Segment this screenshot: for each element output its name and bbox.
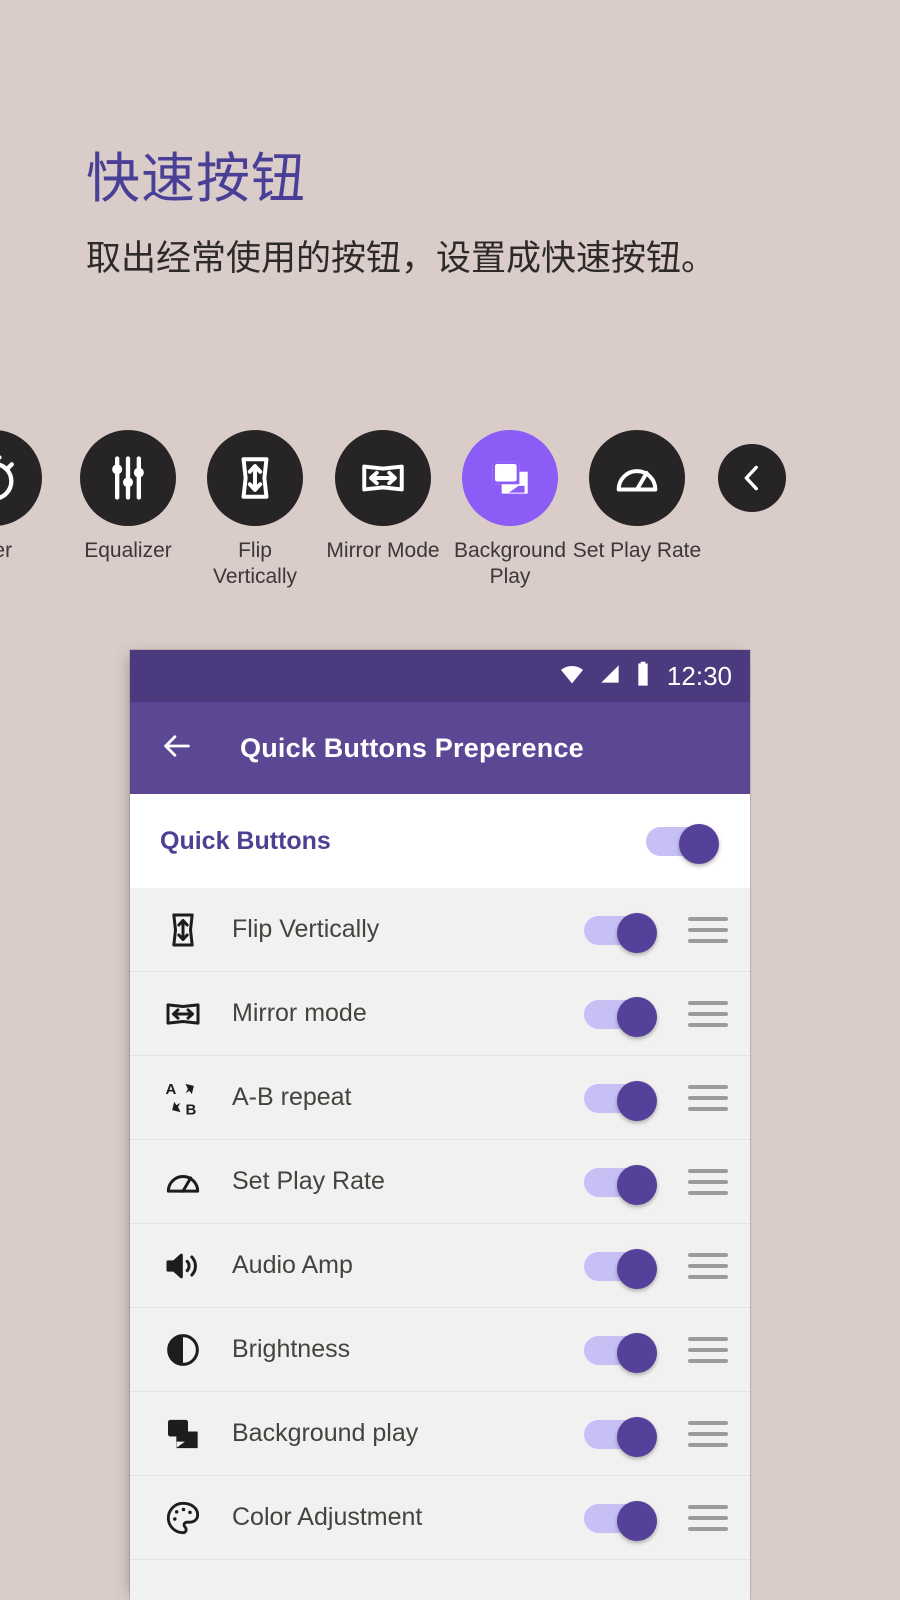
equalizer-icon[interactable] xyxy=(80,430,176,526)
svg-text:B: B xyxy=(186,1101,197,1117)
wifi-icon xyxy=(558,660,586,693)
carousel-label: Flip Vertically xyxy=(212,539,298,589)
list-item[interactable]: Set Play Rate xyxy=(130,1140,750,1224)
audio-amp-icon xyxy=(156,1246,210,1286)
list-item-toggle[interactable] xyxy=(584,912,660,953)
drag-handle-icon[interactable] xyxy=(688,916,728,943)
ab-repeat-icon: A B xyxy=(156,1078,210,1117)
list-item-label: Background play xyxy=(232,1419,419,1447)
mirror-mode-icon xyxy=(156,994,210,1034)
toggle-thumb xyxy=(679,824,719,864)
list-item-label: A-B repeat xyxy=(232,1083,352,1111)
app-bar: Quick Buttons Preperence xyxy=(130,702,750,794)
chevron-left-icon[interactable] xyxy=(718,444,786,512)
list-item-label: Audio Amp xyxy=(232,1251,353,1279)
svg-text:A: A xyxy=(166,1080,177,1097)
carousel-prev-button[interactable] xyxy=(682,430,822,524)
status-clock: 12:30 xyxy=(666,660,732,691)
back-arrow-icon[interactable] xyxy=(160,729,194,768)
carousel-item-background-play[interactable]: Background Play xyxy=(440,430,580,591)
toggle-thumb xyxy=(617,1164,657,1205)
toggle-thumb xyxy=(617,1080,657,1121)
list-item-label: Flip Vertically xyxy=(232,915,380,943)
page-title: 快速按钮 xyxy=(86,149,306,209)
toggle-thumb xyxy=(617,1248,657,1289)
list-item-label: Color Adjustment xyxy=(232,1503,423,1531)
toggle-thumb xyxy=(617,912,657,953)
list-item[interactable]: Audio Amp xyxy=(130,1224,750,1308)
list-item-toggle[interactable] xyxy=(584,1416,660,1457)
brightness-icon xyxy=(156,1330,210,1370)
carousel-label: Set Play Rate xyxy=(572,539,702,562)
page-subtitle: 取出经常使用的按钮，设置成快速按钮。 xyxy=(86,239,717,278)
toggle-thumb xyxy=(617,996,657,1037)
set-play-rate-icon[interactable] xyxy=(589,430,685,526)
quick-buttons-list: Flip Vertically Mirror mode A B A-B repe… xyxy=(130,888,750,1560)
toggle-thumb xyxy=(617,1500,657,1541)
background-play-icon[interactable] xyxy=(462,430,558,526)
list-item[interactable]: Mirror mode xyxy=(130,972,750,1056)
phone-mockup: 12:30 Quick Buttons Preperence Quick But… xyxy=(130,650,750,1600)
signal-icon xyxy=(597,661,623,692)
carousel-label: Equalizer xyxy=(84,539,172,562)
list-item-toggle[interactable] xyxy=(584,1500,660,1541)
carousel-label: Background Play xyxy=(453,539,567,589)
list-item-toggle[interactable] xyxy=(584,996,660,1037)
drag-handle-icon[interactable] xyxy=(688,1252,728,1279)
toggle-thumb xyxy=(617,1332,657,1373)
list-item[interactable]: Background play xyxy=(130,1392,750,1476)
battery-icon xyxy=(634,660,652,693)
list-item-label: Mirror mode xyxy=(232,999,367,1027)
master-row-toggle[interactable] xyxy=(646,824,722,864)
status-bar: 12:30 xyxy=(130,650,750,702)
app-bar-title: Quick Buttons Preperence xyxy=(240,732,584,763)
list-item-label: Brightness xyxy=(232,1335,351,1363)
flip-vertically-icon[interactable] xyxy=(207,430,303,526)
promo-screenshot: 快速按钮 取出经常使用的按钮，设置成快速按钮。 mer xyxy=(0,0,900,1600)
carousel-label: mer xyxy=(0,539,13,562)
list-item[interactable]: A B A-B repeat xyxy=(130,1056,750,1140)
master-row-label: Quick Buttons xyxy=(160,826,331,855)
set-play-rate-icon xyxy=(156,1162,210,1202)
carousel-item-flip-vertically[interactable]: Flip Vertically xyxy=(185,430,325,591)
list-item[interactable]: Brightness xyxy=(130,1308,750,1392)
list-item[interactable]: Flip Vertically xyxy=(130,888,750,972)
drag-handle-icon[interactable] xyxy=(688,1420,728,1447)
list-item-label: Set Play Rate xyxy=(232,1167,385,1195)
list-item-toggle[interactable] xyxy=(584,1080,660,1121)
list-item-toggle[interactable] xyxy=(584,1332,660,1373)
toggle-thumb xyxy=(617,1416,657,1457)
carousel-item-timer[interactable]: mer xyxy=(0,430,64,564)
quick-button-carousel[interactable]: mer Equalizer xyxy=(0,430,900,590)
list-item-toggle[interactable] xyxy=(584,1164,660,1205)
quick-buttons-master-row[interactable]: Quick Buttons xyxy=(130,794,750,888)
list-item[interactable]: Color Adjustment xyxy=(130,1476,750,1560)
flip-vertically-icon xyxy=(156,910,210,950)
list-item-toggle[interactable] xyxy=(584,1248,660,1289)
drag-handle-icon[interactable] xyxy=(688,1504,728,1531)
timer-icon[interactable] xyxy=(0,430,42,526)
drag-handle-icon[interactable] xyxy=(688,1084,728,1111)
color-adjustment-icon xyxy=(156,1498,210,1538)
carousel-item-equalizer[interactable]: Equalizer xyxy=(58,430,198,564)
carousel-label: Mirror Mode xyxy=(326,539,440,562)
carousel-item-mirror-mode[interactable]: Mirror Mode xyxy=(313,430,453,564)
drag-handle-icon[interactable] xyxy=(688,1000,728,1027)
mirror-mode-icon[interactable] xyxy=(335,430,431,526)
background-play-icon xyxy=(156,1414,210,1454)
drag-handle-icon[interactable] xyxy=(688,1336,728,1363)
drag-handle-icon[interactable] xyxy=(688,1168,728,1195)
